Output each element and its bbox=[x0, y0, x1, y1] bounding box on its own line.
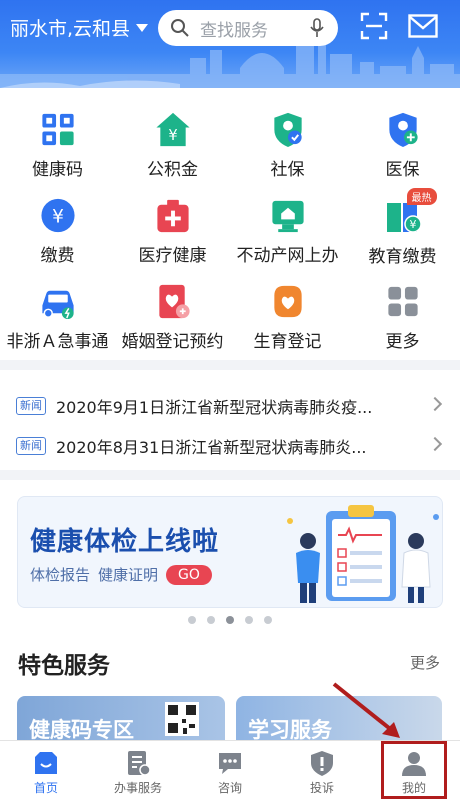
birth-registration-icon bbox=[273, 285, 302, 318]
mail-icon[interactable] bbox=[408, 14, 438, 38]
grid-item-marriage-registration[interactable]: 婚姻登记预约 bbox=[115, 266, 230, 352]
payment-icon: ¥ bbox=[40, 198, 75, 233]
search-icon bbox=[171, 19, 189, 37]
section-title: 特色服务 bbox=[18, 653, 110, 679]
grid-item-birth-registration[interactable]: 生育登记 bbox=[230, 266, 345, 352]
profile-highlight-box bbox=[381, 741, 447, 799]
search-input[interactable]: 查找服务 bbox=[158, 10, 338, 46]
qr-code-icon bbox=[165, 702, 199, 736]
banner-section: 健康体检上线啦 体检报告 健康证明 GO bbox=[0, 480, 460, 640]
grid-item-label: 非浙Ａ急事通 bbox=[6, 332, 109, 352]
card-label: 学习服务 bbox=[248, 718, 332, 742]
svg-text:¥: ¥ bbox=[52, 206, 64, 227]
housing-fund-icon: ¥ bbox=[155, 112, 190, 147]
banner-title: 健康体检上线啦 bbox=[30, 527, 220, 557]
carousel-dot[interactable] bbox=[207, 616, 215, 624]
medical-insurance-icon bbox=[388, 112, 418, 148]
grid-item-label: 健康码 bbox=[32, 160, 83, 180]
news-tag: 新闻 bbox=[16, 437, 46, 455]
news-headline: 2020年8月31日浙江省新型冠状病毒肺炎... bbox=[56, 438, 367, 457]
news-tag: 新闻 bbox=[16, 397, 46, 415]
health-code-zone-card[interactable]: 健康码专区 bbox=[17, 696, 225, 746]
grid-item-medical-insurance[interactable]: 医保 bbox=[345, 94, 460, 180]
grid-item-payment[interactable]: ¥ 缴费 bbox=[0, 180, 115, 266]
nav-complaint[interactable]: 投诉 bbox=[276, 741, 368, 800]
scan-icon[interactable] bbox=[360, 12, 388, 40]
location-label: 丽水市,云和县 bbox=[10, 18, 131, 40]
nav-consult[interactable]: 咨询 bbox=[184, 741, 276, 800]
grid-item-social-security[interactable]: 社保 bbox=[230, 94, 345, 180]
carousel-dot-active[interactable] bbox=[226, 616, 234, 624]
banner-subtitle: 体检报告 健康证明 GO bbox=[30, 564, 212, 585]
card-label: 健康码专区 bbox=[29, 718, 134, 742]
medical-kit-icon bbox=[156, 199, 189, 233]
grid-item-health-code[interactable]: 健康码 bbox=[0, 94, 115, 180]
complaint-icon bbox=[311, 751, 333, 776]
nav-home[interactable]: 首页 bbox=[0, 741, 92, 800]
services-icon bbox=[128, 751, 151, 776]
doctor-clipboard-illustration bbox=[287, 505, 439, 603]
more-grid-icon bbox=[387, 286, 418, 317]
news-section: 新闻 2020年9月1日浙江省新型冠状病毒肺炎疫... 新闻 2020年8月31… bbox=[0, 370, 460, 470]
grid-item-label: 不动产网上办 bbox=[236, 246, 339, 266]
real-estate-icon bbox=[271, 200, 304, 233]
carousel-dots bbox=[0, 616, 460, 624]
grid-item-more[interactable]: 更多 bbox=[345, 266, 460, 352]
search-placeholder: 查找服务 bbox=[200, 20, 268, 41]
grid-item-label: 社保 bbox=[270, 160, 305, 180]
carousel-dot[interactable] bbox=[188, 616, 196, 624]
banner-sub-report: 体检报告 bbox=[30, 566, 91, 584]
nav-services[interactable]: 办事服务 bbox=[92, 741, 184, 800]
microphone-icon[interactable] bbox=[310, 18, 324, 38]
health-code-icon bbox=[41, 113, 74, 146]
marriage-registration-icon bbox=[158, 284, 190, 319]
grid-item-label: 婚姻登记预约 bbox=[121, 332, 224, 352]
grid-item-label: 更多 bbox=[385, 332, 420, 352]
promo-banner[interactable]: 健康体检上线啦 体检报告 健康证明 GO bbox=[17, 496, 443, 608]
grid-item-medical-health[interactable]: 医疗健康 bbox=[115, 180, 230, 266]
news-item[interactable]: 新闻 2020年9月1日浙江省新型冠状病毒肺炎疫... bbox=[16, 386, 446, 426]
caret-down-icon bbox=[136, 23, 149, 32]
grid-item-label: 医疗健康 bbox=[138, 246, 207, 266]
education-payment-icon-wrap: ¥ 最热 bbox=[383, 188, 437, 236]
carousel-dot[interactable] bbox=[245, 616, 253, 624]
grid-item-label: 生育登记 bbox=[253, 332, 322, 352]
service-grid: 健康码 ¥ 公积金 社保 医保 ¥ 缴费 医疗健康 不动产网上办 ¥ 最热 教育… bbox=[0, 88, 460, 360]
go-button[interactable]: GO bbox=[166, 564, 212, 585]
grid-item-housing-fund[interactable]: ¥ 公积金 bbox=[115, 94, 230, 180]
grid-item-label: 医保 bbox=[385, 160, 420, 180]
location-selector[interactable]: 丽水市,云和县 bbox=[10, 14, 149, 41]
more-link[interactable]: 更多 bbox=[410, 652, 440, 673]
news-headline: 2020年9月1日浙江省新型冠状病毒肺炎疫... bbox=[56, 398, 373, 417]
grid-item-label: 公积金 bbox=[147, 160, 198, 180]
home-icon bbox=[35, 752, 57, 774]
nav-label: 咨询 bbox=[217, 781, 242, 795]
grid-item-label: 教育缴费 bbox=[368, 247, 437, 267]
hot-badge: 最热 bbox=[406, 188, 437, 205]
svg-text:¥: ¥ bbox=[409, 218, 416, 231]
social-security-icon bbox=[273, 112, 302, 148]
news-item[interactable]: 新闻 2020年8月31日浙江省新型冠状病毒肺炎... bbox=[16, 426, 446, 466]
nav-label: 投诉 bbox=[309, 781, 334, 795]
annotation-arrow-icon bbox=[332, 682, 400, 738]
grid-item-education-payment[interactable]: ¥ 最热 教育缴费 bbox=[345, 180, 460, 267]
grid-item-emergency-car[interactable]: 非浙Ａ急事通 bbox=[0, 266, 115, 352]
nav-label: 办事服务 bbox=[113, 781, 162, 795]
nav-label: 首页 bbox=[33, 781, 58, 795]
carousel-dot[interactable] bbox=[264, 616, 272, 624]
header: 丽水市,云和县 查找服务 bbox=[0, 0, 460, 88]
car-icon bbox=[41, 290, 74, 320]
grid-item-real-estate[interactable]: 不动产网上办 bbox=[230, 180, 345, 266]
consult-icon bbox=[219, 753, 241, 774]
svg-text:¥: ¥ bbox=[168, 127, 177, 144]
grid-item-label: 缴费 bbox=[40, 246, 75, 266]
banner-sub-certificate: 健康证明 bbox=[98, 566, 159, 584]
